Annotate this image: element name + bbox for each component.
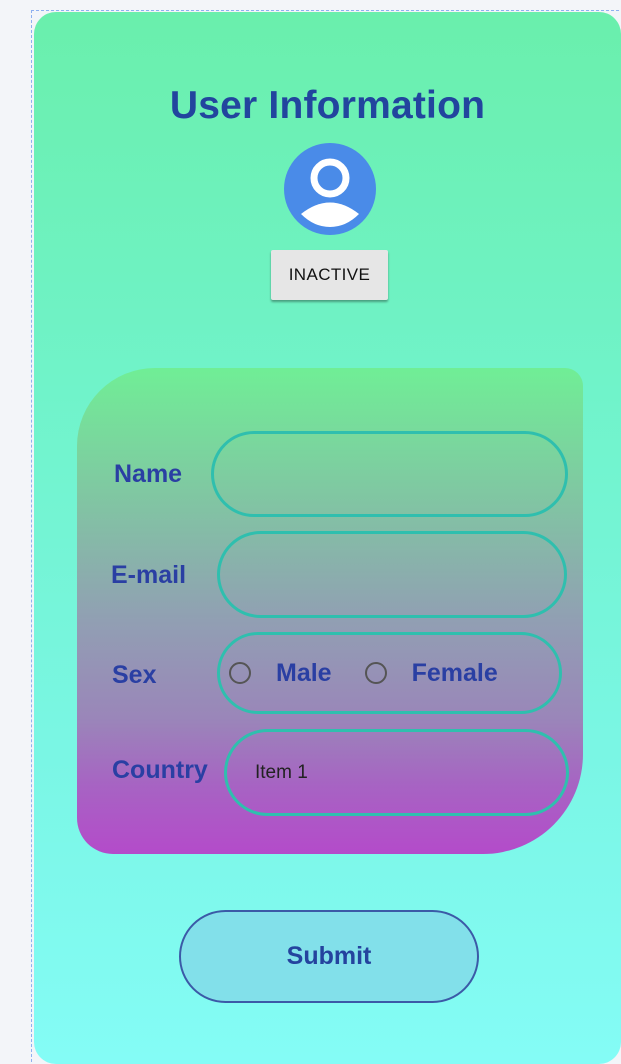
male-radio-label: Male bbox=[276, 658, 332, 687]
app-window: User Information INACTIVE Name E-mail Se… bbox=[34, 12, 621, 1064]
page-title: User Information bbox=[169, 84, 486, 127]
name-field-container bbox=[211, 431, 568, 517]
female-radio-button[interactable] bbox=[364, 662, 387, 684]
submit-button[interactable]: Submit bbox=[179, 910, 479, 1003]
country-selected-value: Item 1 bbox=[255, 761, 308, 783]
account-circle-icon bbox=[284, 143, 376, 235]
country-label: Country bbox=[112, 756, 208, 784]
sex-label: Sex bbox=[112, 661, 157, 689]
name-label: Name bbox=[114, 460, 183, 488]
female-radio-label: Female bbox=[411, 658, 498, 687]
sex-radio-group: Male Female bbox=[217, 632, 562, 714]
email-input[interactable] bbox=[220, 534, 564, 615]
email-field-container bbox=[217, 531, 567, 618]
name-input[interactable] bbox=[214, 434, 565, 514]
female-radio-option[interactable]: Female bbox=[364, 658, 498, 688]
country-select[interactable]: Item 1 bbox=[224, 729, 569, 816]
user-form-card: Name E-mail Sex Male Female Country Item… bbox=[77, 368, 583, 854]
male-radio-option[interactable]: Male bbox=[229, 659, 332, 688]
email-label: E-mail bbox=[111, 561, 187, 589]
screen: User Information INACTIVE Name E-mail Se… bbox=[0, 0, 621, 1064]
inactive-status-button[interactable]: INACTIVE bbox=[271, 250, 388, 300]
male-radio-button[interactable] bbox=[229, 662, 251, 684]
